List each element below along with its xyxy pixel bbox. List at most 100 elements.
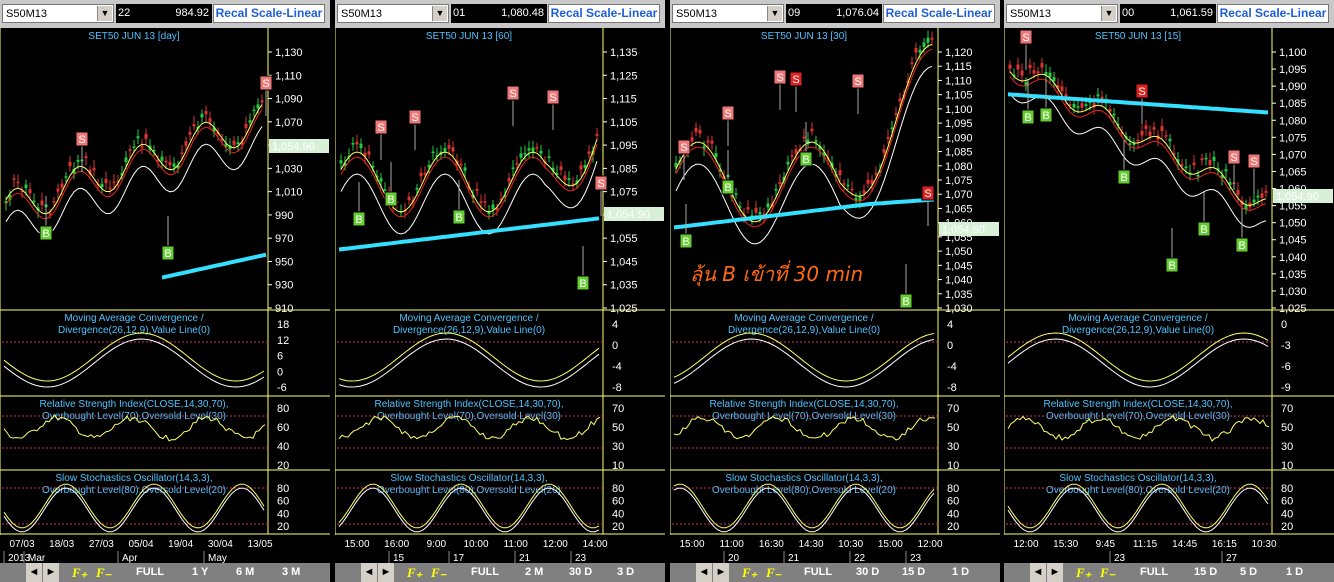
candle-body <box>507 178 511 182</box>
recal-scale-button[interactable]: Recal Scale-Linear <box>548 4 660 23</box>
chart-plot[interactable]: SET50 JUN 13 [day] 1,130 1,110 1,090 1,070 1,… <box>0 28 330 563</box>
zoom-in-icon[interactable]: F₊ <box>72 563 88 582</box>
candle-body <box>1260 193 1264 198</box>
candle-body <box>587 151 591 154</box>
buy-signal-label: B <box>1200 224 1207 236</box>
macd-tick-label: 18 <box>277 319 289 331</box>
zoom-in-icon[interactable]: F₊ <box>742 563 758 582</box>
candle-body <box>774 188 778 191</box>
macd-tick-label: 0 <box>1281 319 1287 331</box>
range-button-4[interactable]: 1 D <box>952 563 969 582</box>
macd-tick-label: -3 <box>1281 340 1291 352</box>
candle-body <box>1016 64 1020 70</box>
candle-body <box>1020 70 1024 76</box>
candle-body <box>355 141 359 145</box>
candle-body <box>511 167 515 169</box>
candle-body <box>1152 127 1156 130</box>
candle-body <box>1060 86 1064 92</box>
recal-scale-button[interactable]: Recal Scale-Linear <box>883 4 995 23</box>
zoom-out-icon[interactable]: F₋ <box>766 563 782 582</box>
sell-signal-label: S <box>854 76 861 88</box>
x-tick-label-top: 14:00 <box>582 539 607 550</box>
scroll-left-button[interactable]: ◄ <box>361 563 377 582</box>
candle-body <box>1236 190 1240 195</box>
annotation-text: ลุ้น B เข้าที่ 30 min <box>690 262 864 286</box>
macd-signal-line <box>673 338 935 388</box>
zoom-in-icon[interactable]: F₊ <box>407 563 423 582</box>
price-readout: 1,061.59 <box>1150 4 1216 23</box>
range-button-2[interactable]: 15 D <box>1194 563 1217 582</box>
chart-plot[interactable]: SET50 JUN 13 [15] 1,100 1,095 1,090 1,085 1,0… <box>1004 28 1334 563</box>
chevron-down-icon[interactable]: ▼ <box>767 6 782 21</box>
macd-tick-label: -9 <box>1281 382 1291 394</box>
range-full-button[interactable]: FULL <box>136 563 164 582</box>
recal-scale-button[interactable]: Recal Scale-Linear <box>1217 4 1329 23</box>
stoch-tick-label: 40 <box>947 508 959 520</box>
range-button-3[interactable]: 5 D <box>1240 563 1257 582</box>
candle-body <box>164 160 168 163</box>
price-tick-label: 1,115 <box>610 94 637 106</box>
symbol-select[interactable]: S50M13 ▼ <box>2 4 114 23</box>
range-button-4[interactable]: 1 D <box>1286 563 1303 582</box>
candle-body <box>1144 125 1148 129</box>
candle-body <box>519 153 523 158</box>
scroll-right-button[interactable]: ► <box>713 563 729 582</box>
scroll-right-button[interactable]: ► <box>1047 563 1063 582</box>
candle-body <box>260 100 264 103</box>
range-button-2[interactable]: 1 Y <box>192 563 208 582</box>
scroll-right-button[interactable]: ► <box>378 563 394 582</box>
macd-tick-label: -8 <box>612 382 622 394</box>
rsi-tick-label: 30 <box>612 441 624 453</box>
scroll-left-button[interactable]: ◄ <box>696 563 712 582</box>
recal-scale-button[interactable]: Recal Scale-Linear <box>213 4 325 23</box>
buy-signal-label: B <box>579 278 586 290</box>
candle-body <box>244 123 248 128</box>
nav-bar: ◄ ► F₊ F₋ FULL 30 D 15 D 1 D <box>670 563 1000 582</box>
price-tick-label: 1,070 <box>945 189 973 201</box>
candle-body <box>874 173 878 175</box>
symbol-select[interactable]: S50M13 ▼ <box>337 4 449 23</box>
range-full-button[interactable]: FULL <box>804 563 832 582</box>
range-button-3[interactable]: 6 M <box>236 563 254 582</box>
chart-plot[interactable]: SET50 JUN 13 [60] 1,135 1,125 1,115 1,105 1,0… <box>335 28 665 563</box>
range-button-2[interactable]: 30 D <box>856 563 879 582</box>
chevron-down-icon[interactable]: ▼ <box>432 6 447 21</box>
candle-body <box>160 156 164 161</box>
zoom-in-icon[interactable]: F₊ <box>1076 563 1092 582</box>
symbol-value: S50M13 <box>6 8 47 20</box>
range-button-3[interactable]: 15 D <box>902 563 925 582</box>
scroll-right-button[interactable]: ► <box>43 563 59 582</box>
candle-body <box>531 147 535 152</box>
range-full-button[interactable]: FULL <box>1140 563 1168 582</box>
macd-tick-label: -8 <box>947 382 957 394</box>
price-tick-label: 1,080 <box>945 161 973 173</box>
range-button-2[interactable]: 2 M <box>525 563 543 582</box>
range-button-4[interactable]: 3 M <box>282 563 300 582</box>
zoom-out-icon[interactable]: F₋ <box>1100 563 1116 582</box>
range-full-button[interactable]: FULL <box>471 563 499 582</box>
price-tick-label: 1,030 <box>1279 286 1307 298</box>
rsi-tick-label: 20 <box>277 460 289 472</box>
scroll-left-button[interactable]: ◄ <box>1030 563 1046 582</box>
chevron-down-icon[interactable]: ▼ <box>97 6 112 21</box>
rsi-tick-label: 10 <box>612 460 624 472</box>
stoch-title-2: Overbought Level(80),Oversold Level(20) <box>1046 485 1230 496</box>
macd-title: Moving Average Convergence / <box>734 313 874 324</box>
zoom-out-icon[interactable]: F₋ <box>431 563 447 582</box>
chart-title: SET50 JUN 13 [15] <box>1095 31 1181 42</box>
x-tick-label-bottom: Mar <box>28 553 46 563</box>
x-tick-label-top: 14:45 <box>1172 539 1197 550</box>
candle-body <box>583 165 587 168</box>
range-button-3[interactable]: 30 D <box>569 563 592 582</box>
chevron-down-icon[interactable]: ▼ <box>1101 6 1116 21</box>
symbol-select[interactable]: S50M13 ▼ <box>672 4 784 23</box>
zoom-out-icon[interactable]: F₋ <box>96 563 112 582</box>
stoch-title-2: Overbought Level(80),Oversold Level(20) <box>42 485 226 496</box>
symbol-select[interactable]: S50M13 ▼ <box>1006 4 1118 23</box>
candle-body <box>252 109 256 112</box>
candle-body <box>32 200 36 203</box>
range-button-4[interactable]: 3 D <box>617 563 634 582</box>
buy-signal-label: B <box>1024 112 1031 124</box>
chart-plot[interactable]: SET50 JUN 13 [30] 1,120 1,115 1,110 1,105 1,1… <box>670 28 1000 563</box>
scroll-left-button[interactable]: ◄ <box>26 563 42 582</box>
